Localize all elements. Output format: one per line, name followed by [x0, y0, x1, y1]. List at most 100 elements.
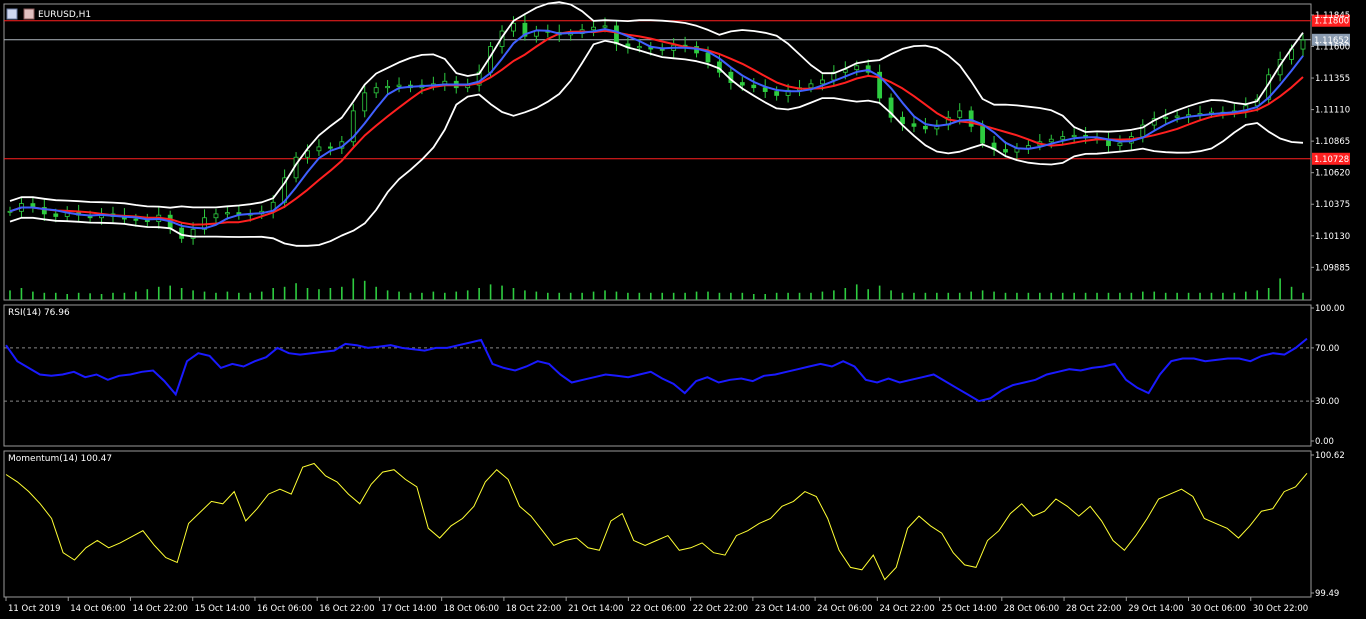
main-y-tick-label: 1.10375	[1315, 200, 1350, 210]
volume-bar	[432, 291, 435, 300]
candle-body	[808, 83, 814, 89]
rsi-y-tick-label: 70.00	[1315, 344, 1339, 354]
volume-bar	[1210, 292, 1213, 300]
candle-body	[53, 213, 59, 217]
volume-bar	[981, 290, 984, 300]
volume-bar	[695, 291, 698, 300]
volume-bar	[341, 286, 343, 300]
volume-bar	[1050, 292, 1053, 300]
volume-bar	[936, 292, 938, 300]
x-tick-label: 30 Oct 22:00	[1253, 604, 1308, 614]
volume-bar	[684, 292, 686, 300]
x-tick-label: 25 Oct 14:00	[942, 604, 997, 614]
x-tick-label: 15 Oct 14:00	[195, 604, 250, 614]
candle-body	[968, 110, 974, 127]
x-tick-label: 22 Oct 22:00	[693, 604, 748, 614]
candle-body	[591, 26, 596, 31]
candle-body	[144, 219, 150, 223]
candle-body	[316, 146, 322, 152]
volume-bar	[1073, 292, 1075, 300]
volume-bar	[226, 291, 229, 300]
volume-bar	[1279, 278, 1281, 300]
volume-bar	[833, 290, 835, 300]
main-y-tick-label: 1.11600	[1315, 42, 1350, 52]
volume-bar	[672, 292, 675, 300]
volume-bar	[1153, 291, 1156, 300]
volume-bar	[1142, 291, 1144, 300]
volume-bar	[295, 283, 297, 300]
volume-bar	[787, 292, 789, 300]
candle-body	[739, 82, 745, 86]
volume-bar	[604, 290, 606, 300]
volume-bar	[855, 284, 858, 300]
volume-bar	[409, 292, 412, 300]
volume-bar	[775, 292, 778, 300]
candle-body	[225, 212, 230, 215]
volume-bar	[821, 291, 824, 300]
x-tick-label: 17 Oct 14:00	[381, 604, 436, 614]
volume-bar	[112, 292, 114, 300]
volume-bar	[970, 291, 972, 300]
volume-bar	[203, 291, 206, 300]
chart-window[interactable]: 1.11800 1.10728 1.11652 1.11845 1.11600 1.113…	[0, 0, 1366, 619]
x-tick-label: 18 Oct 06:00	[444, 604, 499, 614]
volume-bar	[661, 292, 664, 300]
volume-bar	[627, 292, 629, 300]
volume-bar	[43, 292, 46, 300]
candle-body	[922, 125, 928, 130]
volume-bar	[764, 294, 767, 300]
rsi-y-tick-label: 100.00	[1315, 304, 1345, 314]
volume-bar	[1187, 292, 1190, 300]
candle-body	[854, 65, 860, 71]
us-flag-icon	[23, 8, 35, 20]
main-y-tick-label: 1.10130	[1315, 232, 1350, 242]
volume-bar	[581, 292, 583, 300]
volume-bar	[146, 289, 149, 300]
volume-bar	[901, 292, 904, 300]
volume-bar	[1004, 292, 1007, 300]
x-tick-label: 21 Oct 14:00	[568, 604, 623, 614]
rsi-y-tick-label: 30.00	[1315, 397, 1339, 407]
volume-bar	[878, 285, 881, 300]
volume-bar	[363, 280, 366, 300]
ma-slow-line	[9, 29, 1304, 226]
chart-canvas[interactable]: 1.118001.107281.116521.118451.116001.113…	[0, 0, 1366, 619]
bollinger-upper-band	[9, 1, 1304, 209]
volume-bar	[123, 292, 126, 300]
x-tick-label: 23 Oct 14:00	[755, 604, 810, 614]
candle-body	[762, 87, 768, 92]
volume-bar	[478, 288, 480, 300]
volume-bar	[444, 292, 446, 300]
volume-bar	[512, 288, 515, 300]
candle-body	[911, 123, 917, 127]
volume-bar	[375, 286, 377, 300]
volume-bar	[638, 292, 641, 300]
candle-body	[636, 46, 642, 49]
main-chart-title: EURUSD,H1	[38, 10, 91, 20]
volume-bar	[1061, 292, 1064, 300]
volume-bar	[157, 286, 160, 300]
x-tick-label: 14 Oct 06:00	[70, 604, 125, 614]
candle-body	[602, 25, 608, 28]
ma-fast-line	[9, 28, 1304, 230]
candle-body	[373, 87, 379, 94]
volume-bar	[569, 292, 572, 300]
volume-bar	[1039, 292, 1041, 300]
volume-bar	[1290, 286, 1293, 300]
volume-bar	[501, 285, 503, 300]
volume-bar	[329, 288, 332, 300]
volume-bar	[1027, 292, 1030, 300]
candle-body	[1003, 149, 1008, 153]
candle-body	[327, 146, 333, 149]
x-tick-label: 29 Oct 14:00	[1128, 604, 1183, 614]
volume-bar	[352, 278, 355, 300]
volume-bar	[1302, 292, 1304, 300]
volume-bar	[100, 294, 103, 300]
x-tick-label: 11 Oct 2019	[8, 604, 61, 614]
candle-body	[820, 79, 825, 85]
volume-bar	[1084, 292, 1087, 300]
volume-bar	[1107, 292, 1110, 300]
volume-bar	[947, 292, 950, 300]
volume-bar	[9, 290, 11, 300]
candle-body	[396, 84, 402, 87]
